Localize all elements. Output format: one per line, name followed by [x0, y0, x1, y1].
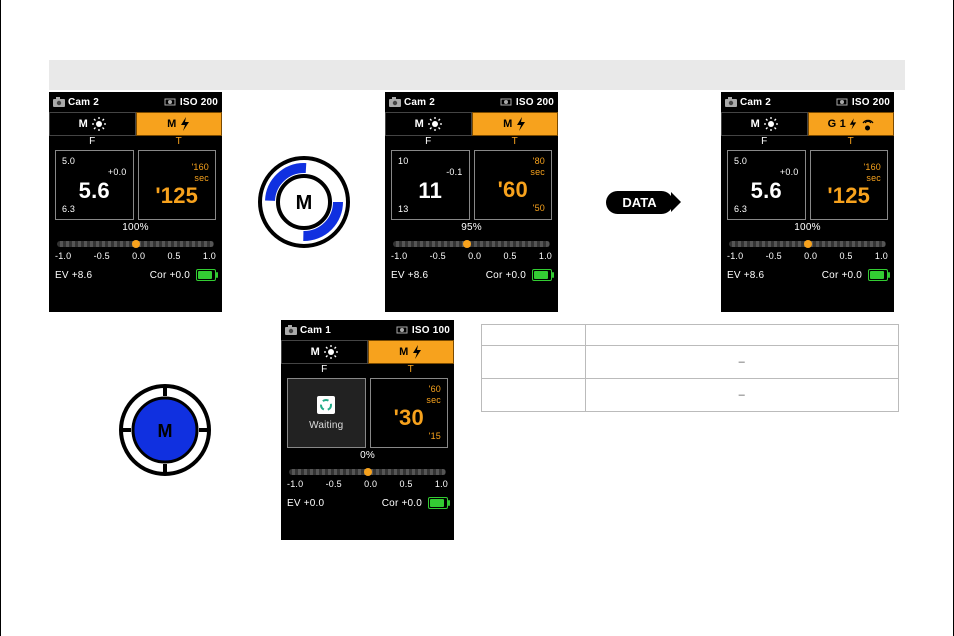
battery-icon: [868, 269, 888, 281]
lightmeter-screen-b: Cam 2 ISO 200 M M FT 10 -0.1 11 13: [385, 92, 558, 312]
battery-icon: [532, 269, 552, 281]
camera-icon: [725, 97, 737, 107]
spinner-icon: [319, 398, 333, 412]
bracket-icon: [500, 98, 512, 106]
sun-icon: [92, 117, 106, 131]
shutter-value: '125: [155, 183, 198, 209]
info-table: – –: [481, 324, 899, 412]
camera-icon: [285, 325, 297, 335]
ev-slider[interactable]: [729, 239, 886, 249]
table-cell: –: [585, 346, 898, 379]
sun-icon: [428, 117, 442, 131]
bracket-icon: [396, 326, 408, 334]
battery-icon: [196, 269, 216, 281]
ev-slider[interactable]: [393, 239, 550, 249]
mode-flash[interactable]: M: [472, 112, 559, 136]
sun-icon: [764, 117, 778, 131]
shutter-panel[interactable]: '60 sec '30 '15: [370, 378, 449, 448]
mode-flash[interactable]: M: [368, 340, 455, 364]
flash-icon: [849, 118, 857, 130]
radio-icon: [862, 117, 874, 131]
measure-dial-solid[interactable]: M: [117, 382, 213, 478]
aperture-value: 5.6: [79, 178, 110, 204]
measure-dial-ring[interactable]: M: [256, 154, 352, 250]
aperture-panel[interactable]: 10 -0.1 11 13: [391, 150, 470, 220]
shutter-panel[interactable]: '160 sec '125: [810, 150, 889, 220]
data-badge: DATA: [606, 191, 672, 214]
table-cell: –: [585, 379, 898, 412]
waiting-panel: Waiting: [287, 378, 366, 448]
lightmeter-screen-a: Cam 2 ISO 200 M M FT 5.0 +0.0 5.6 6.3: [49, 92, 222, 312]
cor-value: Cor +0.0: [150, 270, 190, 281]
aperture-panel[interactable]: 5.0 +0.0 5.6 6.3: [727, 150, 806, 220]
mode-ambient[interactable]: M: [49, 112, 136, 136]
dial-letter: M: [158, 421, 173, 441]
flash-icon: [412, 345, 422, 359]
mode-ambient[interactable]: M: [721, 112, 808, 136]
mode-flash[interactable]: M: [136, 112, 223, 136]
shutter-panel[interactable]: '80 sec '60 '50: [474, 150, 553, 220]
lightmeter-screen-c: Cam 2 ISO 200 M G 1 FT 5.0: [721, 92, 894, 312]
bracket-icon: [836, 98, 848, 106]
dial-letter: M: [295, 192, 312, 214]
battery-icon: [428, 497, 448, 509]
ev-slider[interactable]: [289, 467, 446, 477]
iso-label: ISO 200: [180, 97, 218, 108]
sun-icon: [324, 345, 338, 359]
mode-ambient[interactable]: M: [281, 340, 368, 364]
mode-ambient[interactable]: M: [385, 112, 472, 136]
camera-label: Cam 2: [68, 97, 99, 108]
f-label: F: [49, 136, 136, 150]
lightmeter-screen-d: Cam 1 ISO 100 M M FT Waiting '60 sec: [281, 320, 454, 540]
flash-percent: 100%: [49, 222, 222, 233]
t-label: T: [136, 136, 223, 150]
camera-icon: [53, 97, 65, 107]
ev-slider[interactable]: [57, 239, 214, 249]
mode-flash-radio[interactable]: G 1: [808, 112, 895, 136]
flash-icon: [516, 117, 526, 131]
bracket-icon: [164, 98, 176, 106]
flash-icon: [180, 117, 190, 131]
camera-icon: [389, 97, 401, 107]
ev-value: EV +8.6: [55, 270, 92, 281]
aperture-panel[interactable]: 5.0 +0.0 5.6 6.3: [55, 150, 134, 220]
shutter-panel[interactable]: '160 sec '125: [138, 150, 217, 220]
